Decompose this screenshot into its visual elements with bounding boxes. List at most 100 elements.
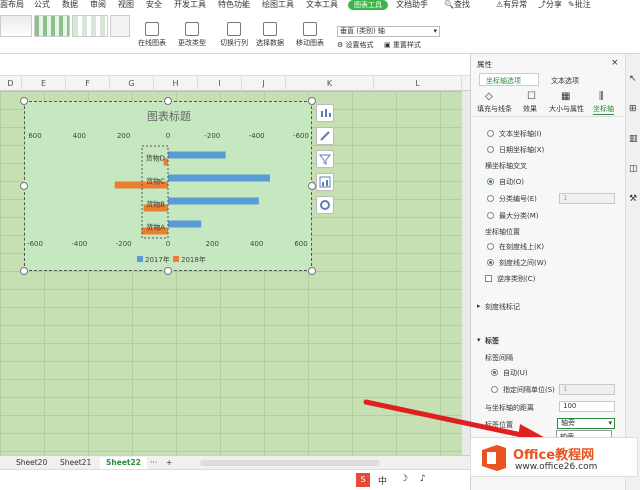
chart-element-select[interactable]: 垂直 (类别) 轴 ▾ [337, 26, 440, 37]
anomaly-button[interactable]: ⚠有异常 [496, 0, 527, 10]
chart-style-more-button[interactable] [110, 15, 130, 37]
category-label: 货物C [146, 177, 165, 186]
chevron-down-icon: ▾ [433, 27, 437, 35]
menu-features[interactable]: 特色功能 [218, 0, 250, 10]
resize-handle[interactable] [308, 182, 316, 190]
subtab-effects[interactable]: 效果 [523, 104, 537, 114]
bottom-tick-label: 200 [206, 240, 219, 248]
chart-style-thumbnail-1[interactable] [0, 15, 32, 37]
ime-chinese-toggle[interactable]: 中 [378, 474, 387, 487]
sheet-tab[interactable]: Sheet20 [10, 457, 53, 469]
tool-icon[interactable]: ♪ [420, 474, 426, 484]
subtab-fill-line[interactable]: 填充与线条 [477, 104, 512, 114]
input-method-logo-icon[interactable]: S [356, 473, 370, 487]
menu-doc-assistant[interactable]: 文档助手 [396, 0, 428, 10]
chart-elements-icon [321, 109, 331, 117]
label-cross-category: 分类编号(E) [499, 195, 537, 203]
size-icon: ▦ [561, 91, 571, 102]
bar [168, 151, 226, 159]
formula-bar[interactable] [0, 54, 470, 76]
chart-settings-button[interactable] [316, 196, 334, 214]
tick-marks-section[interactable]: 刻度线标记 [485, 302, 520, 312]
chart-style-thumbnail-2[interactable] [34, 15, 70, 37]
tab-text-options[interactable]: 文本选项 [551, 76, 579, 86]
chart-icon[interactable]: ▥ [629, 134, 638, 144]
effects-icon: ☐ [527, 91, 536, 102]
sheet-tab[interactable]: Sheet21 [54, 457, 97, 469]
menu-chart-tools[interactable]: 图表工具 [348, 0, 388, 10]
resize-handle[interactable] [20, 267, 28, 275]
change-type-button[interactable]: 更改类型 [178, 22, 206, 48]
chevron-down-icon[interactable]: ▾ [477, 336, 481, 344]
gear-icon [320, 200, 330, 210]
column-d[interactable]: D [0, 76, 22, 91]
property-icon[interactable]: ⚒ [629, 194, 637, 204]
bar [168, 220, 202, 228]
select-data-button[interactable]: 选择数据 [256, 22, 284, 48]
radio-text-axis[interactable] [487, 130, 494, 137]
resize-handle[interactable] [308, 97, 316, 105]
radio-cross-auto[interactable] [487, 178, 494, 185]
add-sheet-button[interactable]: + [160, 457, 178, 469]
chart-area[interactable]: 图表标题 600 400 200 0 -200 -400 -600 -600 -400 -200 0 2… [24, 101, 312, 271]
menu-drawing-tools[interactable]: 绘图工具 [262, 0, 294, 10]
menu-page-layout[interactable]: 面布局 [0, 0, 24, 10]
menu-developer[interactable]: 开发工具 [174, 0, 206, 10]
share-button[interactable]: ⤴分享 [538, 0, 562, 10]
column-j[interactable]: J [242, 76, 286, 91]
chart-elements-button[interactable] [316, 104, 334, 122]
resize-handle[interactable] [308, 267, 316, 275]
menu-formulas[interactable]: 公式 [34, 0, 50, 10]
style-icon[interactable]: ⊞ [629, 104, 637, 114]
horizontal-scrollbar[interactable] [200, 460, 380, 466]
select-icon[interactable]: ↖ [629, 74, 637, 84]
menu-text-tools[interactable]: 文本工具 [306, 0, 338, 10]
radio-between-tick-marks[interactable] [487, 259, 494, 266]
resize-handle[interactable] [164, 267, 172, 275]
cross-category-input[interactable]: 1 [559, 193, 615, 204]
reset-style-button[interactable]: ▣ 重置样式 [384, 40, 421, 50]
menu-view[interactable]: 视图 [118, 0, 134, 10]
subtab-size-properties[interactable]: 大小与属性 [549, 104, 584, 114]
column-f[interactable]: F [66, 76, 110, 91]
top-tick-label: -600 [293, 132, 309, 140]
radio-on-tick-marks[interactable] [487, 243, 494, 250]
shape-icon[interactable]: ◫ [629, 164, 638, 174]
menu-review[interactable]: 审阅 [90, 0, 106, 10]
close-icon[interactable]: × [611, 58, 619, 68]
resize-handle[interactable] [164, 97, 172, 105]
chart-filter-button[interactable] [316, 150, 334, 168]
chart-svg: 图表标题 600 400 200 0 -200 -400 -600 -600 -400 -200 0 2… [27, 109, 309, 264]
column-k[interactable]: K [286, 76, 374, 91]
column-l[interactable]: L [374, 76, 462, 91]
comment-button[interactable]: ✎批注 [568, 0, 591, 10]
moon-icon[interactable]: ☽ [400, 474, 408, 484]
chart-style-button[interactable] [316, 127, 334, 145]
resize-handle[interactable] [20, 97, 28, 105]
column-g[interactable]: G [110, 76, 154, 91]
column-i[interactable]: I [198, 76, 242, 91]
bottom-tick-label: -400 [71, 240, 87, 248]
switch-row-col-button[interactable]: 切换行列 [220, 22, 248, 48]
radio-cross-category[interactable] [487, 195, 494, 202]
tab-axis-options[interactable]: 坐标轴选项 [479, 73, 539, 86]
radio-date-axis[interactable] [487, 146, 494, 153]
labels-section[interactable]: 标签 [485, 336, 499, 346]
resize-handle[interactable] [20, 182, 28, 190]
label-text-axis: 文本坐标轴(I) [499, 130, 542, 138]
chart-style-thumbnail-3[interactable] [72, 15, 108, 37]
format-selection-button[interactable]: ⚙ 设置格式 [337, 40, 374, 50]
chevron-right-icon[interactable]: ▸ [477, 302, 481, 310]
chart-layout-button[interactable] [316, 173, 334, 191]
menu-data[interactable]: 数据 [62, 0, 78, 10]
menu-security[interactable]: 安全 [146, 0, 162, 10]
search-box[interactable]: 🔍查找 [444, 0, 470, 10]
radio-interval-auto[interactable] [491, 369, 498, 376]
column-h[interactable]: H [154, 76, 198, 91]
reverse-categories-checkbox[interactable] [485, 275, 492, 282]
radio-cross-max[interactable] [487, 212, 494, 219]
move-chart-button[interactable]: 移动图表 [296, 22, 324, 48]
online-chart-button[interactable]: 在线图表 [138, 22, 166, 48]
column-e[interactable]: E [22, 76, 66, 91]
subtab-axis[interactable]: 坐标轴 [593, 104, 614, 115]
